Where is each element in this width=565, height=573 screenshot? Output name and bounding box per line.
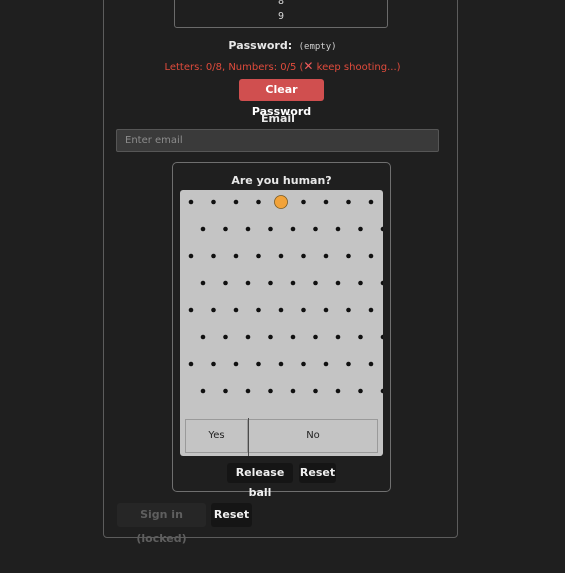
peg: [268, 388, 273, 394]
peg: [323, 361, 329, 367]
peg: [278, 253, 284, 259]
peg: [313, 226, 318, 232]
peg: [323, 253, 329, 259]
peg: [368, 307, 374, 313]
peg-field: [188, 195, 383, 394]
peg: [346, 253, 351, 259]
peg: [245, 226, 251, 232]
peg: [301, 307, 306, 313]
peg: [233, 199, 239, 205]
peg: [301, 199, 306, 205]
peg: [290, 280, 296, 286]
peg: [301, 253, 306, 259]
cross-mark-icon: ✕: [303, 59, 314, 73]
peg: [211, 199, 216, 205]
clear-password-button[interactable]: Clear Password: [239, 79, 324, 118]
peg: [223, 280, 228, 286]
peg: [268, 280, 273, 286]
peg: [368, 361, 374, 367]
bin-divider: [248, 418, 249, 456]
peg: [290, 334, 296, 340]
peg: [200, 388, 206, 394]
peg: [358, 388, 363, 394]
peg: [188, 199, 194, 205]
peg: [233, 361, 239, 367]
peg: [368, 199, 374, 205]
peg: [233, 307, 239, 313]
peg: [346, 307, 351, 313]
peg: [380, 334, 383, 340]
peg: [245, 280, 251, 286]
peg: [335, 226, 341, 232]
peg: [278, 307, 284, 313]
peg: [301, 361, 306, 367]
bin-no: No: [248, 419, 378, 453]
ball: [274, 195, 288, 209]
number-scroll-list[interactable]: 8 9: [174, 0, 388, 28]
peg: [346, 199, 351, 205]
list-item[interactable]: 9: [175, 11, 387, 22]
password-warning: Letters: 0/8, Numbers: 0/5 (✕ keep shoot…: [0, 59, 565, 73]
password-label: Password:: [228, 39, 293, 52]
peg: [211, 307, 216, 313]
peg: [313, 280, 318, 286]
password-status: Password: (empty): [0, 39, 565, 52]
warning-text-after: keep shooting...): [313, 62, 401, 73]
peg: [335, 280, 341, 286]
peg: [211, 253, 216, 259]
email-input[interactable]: [116, 129, 439, 152]
peg: [335, 388, 341, 394]
peg: [323, 307, 329, 313]
peg: [323, 199, 329, 205]
peg: [188, 361, 194, 367]
peg: [268, 226, 273, 232]
bin-yes: Yes: [185, 419, 248, 453]
sign-in-button[interactable]: Sign in (locked): [117, 503, 206, 545]
peg: [223, 334, 228, 340]
form-reset-button[interactable]: Reset: [211, 503, 252, 527]
peg: [188, 253, 194, 259]
peg: [223, 388, 228, 394]
peg: [278, 361, 284, 367]
peg: [211, 361, 216, 367]
peg: [358, 334, 363, 340]
peg: [290, 388, 296, 394]
peg: [245, 334, 251, 340]
peg: [256, 307, 261, 313]
peg: [188, 307, 194, 313]
peg: [256, 199, 261, 205]
peg: [380, 280, 383, 286]
captcha-title: Are you human?: [231, 174, 332, 187]
peg: [256, 253, 261, 259]
peg: [358, 226, 363, 232]
peg: [380, 226, 383, 232]
list-item[interactable]: 8: [175, 0, 387, 7]
peg: [313, 388, 318, 394]
peg: [233, 253, 239, 259]
peg: [223, 226, 228, 232]
peg: [358, 280, 363, 286]
plinko-board: Yes No: [180, 190, 383, 456]
email-label: Email: [261, 112, 295, 125]
peg: [290, 226, 296, 232]
peg: [256, 361, 261, 367]
warning-text-before: Letters: 0/8, Numbers: 0/5 (: [164, 62, 304, 73]
peg: [313, 334, 318, 340]
peg: [200, 226, 206, 232]
peg: [335, 334, 341, 340]
captcha-reset-button[interactable]: Reset: [299, 463, 336, 483]
password-value: (empty): [298, 42, 337, 52]
peg: [380, 388, 383, 394]
peg: [200, 280, 206, 286]
peg: [200, 334, 206, 340]
release-ball-button[interactable]: Release ball: [227, 463, 293, 499]
peg: [245, 388, 251, 394]
peg: [268, 334, 273, 340]
peg: [368, 253, 374, 259]
peg: [346, 361, 351, 367]
